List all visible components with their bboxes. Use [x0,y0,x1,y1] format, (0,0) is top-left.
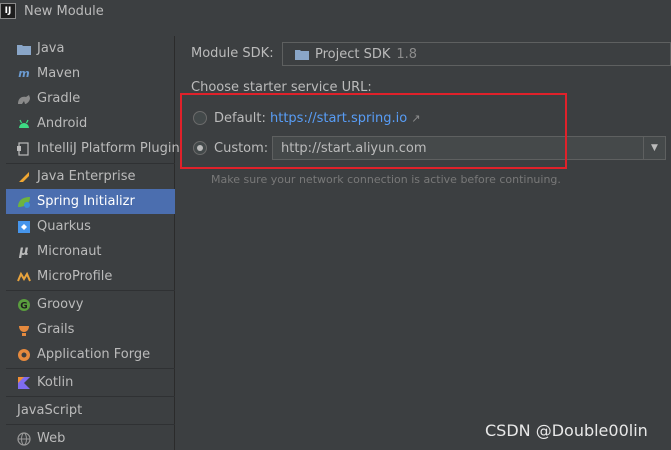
groovy-icon: G [17,298,31,312]
default-url-text[interactable]: https://start.spring.io [270,111,407,126]
sidebar-item-micronaut[interactable]: μ Micronaut [6,239,175,264]
android-icon [17,117,31,131]
chevron-down-icon[interactable]: ▼ [643,137,665,159]
plugin-icon [17,141,31,156]
quarkus-icon [17,220,31,234]
intellij-app-icon: IJ [0,3,16,19]
sidebar-item-application-forge[interactable]: Application Forge [6,342,175,367]
sidebar-item-quarkus[interactable]: Quarkus [6,214,175,239]
micronaut-icon: μ [19,244,29,259]
default-url-link[interactable]: https://start.spring.io ↗ [270,111,420,126]
java-enterprise-icon [17,170,31,184]
svg-text:G: G [20,301,27,311]
sidebar-item-label: Web [37,431,66,446]
sidebar-item-maven[interactable]: m Maven [6,61,175,86]
sidebar-item-grails[interactable]: Grails [6,317,175,342]
custom-url-input[interactable]: http://start.aliyun.com ▼ [272,136,666,160]
sidebar-item-groovy[interactable]: G Groovy [6,292,175,317]
sidebar-item-intellij-plugin[interactable]: IntelliJ Platform Plugin [6,136,180,161]
module-type-list[interactable]: Java m Maven Gradle Android IntelliJ Pla… [6,36,180,450]
sidebar-item-label: Micronaut [37,244,102,259]
sidebar-item-label: Kotlin [37,375,74,390]
network-hint: Make sure your network connection is act… [211,173,561,186]
custom-url-label: Custom: [214,141,269,156]
sidebar-item-label: Java Enterprise [37,169,136,184]
folder-icon [17,42,31,56]
sidebar-item-label: Gradle [37,91,81,106]
module-sdk-label: Module SDK: [191,46,274,61]
sdk-version: 1.8 [396,46,418,62]
external-link-icon: ↗ [411,112,421,125]
sidebar-item-java-enterprise[interactable]: Java Enterprise [6,164,175,189]
sidebar-item-android[interactable]: Android [6,111,175,136]
sidebar-item-label: MicroProfile [37,269,113,284]
sidebar-divider [6,368,175,369]
sidebar-item-label: Grails [37,322,75,337]
sidebar-item-label: Quarkus [37,219,91,234]
sidebar-divider [6,290,175,291]
kotlin-icon [17,376,31,390]
sidebar-item-kotlin[interactable]: Kotlin [6,370,175,395]
window-title: New Module [24,4,104,19]
sidebar-item-label: Groovy [37,297,84,312]
globe-icon [17,431,31,446]
custom-url-radio[interactable] [193,141,207,155]
folder-icon [295,49,309,60]
module-sdk-dropdown[interactable]: Project SDK 1.8 [282,42,671,66]
sidebar-item-label: Android [37,116,88,131]
default-url-label: Default: [214,111,266,126]
microprofile-icon [17,270,31,284]
sidebar-item-label: Maven [37,66,81,81]
sidebar-item-gradle[interactable]: Gradle [6,86,175,111]
spring-icon [17,195,31,209]
sidebar-item-javascript[interactable]: JavaScript [6,398,175,423]
sidebar-divider [6,396,175,397]
title-bar: IJ New Module [0,0,671,30]
grails-icon [17,323,31,337]
sidebar-item-java[interactable]: Java [6,36,175,61]
sidebar-item-label: Spring Initializr [37,194,135,209]
sdk-value: Project SDK [315,46,391,62]
sidebar-item-label: JavaScript [17,403,83,418]
custom-url-value[interactable]: http://start.aliyun.com [281,141,643,156]
sidebar-item-label: Java [37,41,65,56]
sidebar-item-microprofile[interactable]: MicroProfile [6,264,175,289]
gradle-icon [17,92,31,106]
sidebar-item-label: Application Forge [37,347,151,362]
sidebar-divider [6,424,175,425]
watermark: CSDN @Double00lin [485,421,648,440]
forge-icon [17,348,31,362]
starter-url-section-label: Choose starter service URL: [191,80,372,95]
default-url-radio[interactable] [193,111,207,125]
sidebar-item-spring-initializr[interactable]: Spring Initializr [6,189,175,214]
sidebar-item-web[interactable]: Web [6,426,175,450]
maven-icon: m [18,67,30,80]
sidebar-item-label: IntelliJ Platform Plugin [37,141,180,156]
